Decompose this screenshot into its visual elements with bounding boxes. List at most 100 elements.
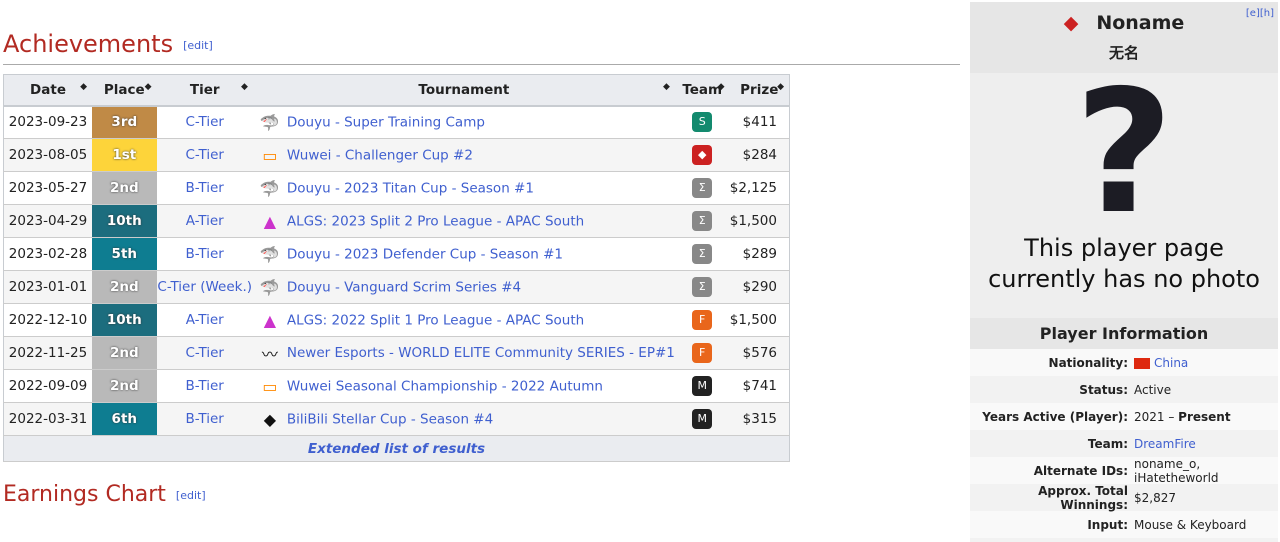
- info-value: Active: [1134, 382, 1172, 397]
- info-label: Team:: [1087, 436, 1128, 451]
- tournament-cell: ◆ BiliBili Stellar Cup - Season #4: [252, 402, 675, 436]
- info-row: Alternate IDs: noname_o, iHatetheworld: [970, 457, 1278, 485]
- place-cell: 2nd: [92, 336, 157, 370]
- info-label: Input:: [1087, 517, 1128, 532]
- sort-icon[interactable]: ◆: [145, 82, 152, 92]
- sigma-team-icon[interactable]: Σ: [692, 211, 713, 231]
- sort-icon[interactable]: ◆: [718, 82, 725, 92]
- sort-icon[interactable]: ◆: [241, 82, 248, 92]
- place-cell: 3rd: [92, 105, 157, 139]
- sort-icon[interactable]: ◆: [663, 82, 670, 92]
- date-cell: 2023-02-28: [3, 237, 93, 271]
- orange-team-icon[interactable]: F: [692, 343, 713, 363]
- tournament-cell: ▭ Wuwei Seasonal Championship - 2022 Autu…: [252, 369, 675, 403]
- column-header-team[interactable]: Team ◆: [674, 74, 730, 107]
- tier-cell: B-Tier: [156, 237, 253, 271]
- dreamfire-icon: ◆: [1063, 12, 1079, 34]
- dreamfire-icon[interactable]: ◆: [692, 145, 713, 165]
- achievements-table: Date ◆ Place ◆ Tier ◆ Tournament ◆ Team ◆ Prize ◆ 2…: [3, 74, 790, 462]
- info-value: Mouse & Keyboard: [1134, 517, 1247, 532]
- info-label: Alternate IDs:: [1033, 463, 1128, 478]
- prize-cell: $2,125: [729, 171, 790, 205]
- tier-link[interactable]: A-Tier: [186, 312, 224, 328]
- green-team-icon[interactable]: S: [692, 112, 713, 133]
- douyu-icon: 🦈: [259, 112, 280, 132]
- tournament-link[interactable]: Douyu - Vanguard Scrim Series #4: [287, 279, 521, 295]
- info-row: Nationality: China: [970, 349, 1278, 376]
- tier-link[interactable]: C-Tier: [185, 114, 224, 130]
- bilibili-icon: ◆: [263, 409, 277, 429]
- tournament-cell: ▲ ALGS: 2022 Split 1 Pro League - APAC So…: [252, 303, 675, 337]
- date-cell: 2022-09-09: [3, 369, 93, 403]
- place-cell: 1st: [92, 138, 157, 172]
- earnings-heading: Earnings Chart [edit]: [3, 482, 206, 507]
- prize-cell: $1,500: [729, 303, 790, 337]
- tournament-link[interactable]: ALGS: 2023 Split 2 Pro League - APAC Sou…: [287, 213, 584, 229]
- column-header-tournament[interactable]: Tournament ◆: [252, 74, 675, 107]
- table-row: 2023-02-28 5th B-Tier 🦈 Douyu - 2023 Defe…: [3, 237, 790, 271]
- table-row: 2023-01-01 2nd C-Tier (Week.) 🦈 Douyu - V…: [3, 270, 790, 304]
- date-cell: 2023-09-23: [3, 105, 93, 139]
- tier-extra-link[interactable]: (Week.): [200, 279, 252, 295]
- douyu-icon: 🦈: [259, 178, 280, 198]
- table-row: 2023-08-05 1st C-Tier ▭ Wuwei - Challenge…: [3, 138, 790, 172]
- column-header-prize[interactable]: Prize ◆: [729, 74, 790, 107]
- column-header-tier[interactable]: Tier ◆: [156, 74, 253, 107]
- tournament-link[interactable]: Wuwei - Challenger Cup #2: [287, 147, 473, 163]
- tier-link[interactable]: B-Tier: [186, 411, 224, 427]
- column-header-date[interactable]: Date ◆: [3, 74, 93, 107]
- nationality-link[interactable]: China: [1154, 356, 1188, 370]
- sigma-team-icon[interactable]: Σ: [692, 277, 713, 297]
- prize-cell: $576: [729, 336, 790, 370]
- column-header-place[interactable]: Place ◆: [92, 74, 157, 107]
- myd-team-icon[interactable]: M: [692, 376, 713, 396]
- info-row: Years Active (Player): 2021 – Present: [970, 403, 1278, 430]
- table-row: 2023-04-29 10th A-Tier ▲ ALGS: 2023 Split…: [3, 204, 790, 238]
- edit-link[interactable]: [edit]: [176, 489, 206, 502]
- douyu-icon: 🦈: [259, 277, 280, 297]
- team-link[interactable]: DreamFire: [1134, 437, 1196, 451]
- info-value: China: [1134, 356, 1278, 370]
- tournament-link[interactable]: Douyu - 2023 Defender Cup - Season #1: [287, 246, 563, 262]
- prize-cell: $411: [729, 105, 790, 139]
- myd-team-icon[interactable]: M: [692, 409, 713, 429]
- prize-cell: $1,500: [729, 204, 790, 238]
- tier-link[interactable]: B-Tier: [186, 180, 224, 196]
- date-cell: 2022-11-25: [3, 336, 93, 370]
- info-value: 2021 – Present: [1134, 409, 1231, 424]
- tournament-link[interactable]: BiliBili Stellar Cup - Season #4: [287, 411, 493, 427]
- edit-history-links[interactable]: [e][h]: [1246, 8, 1274, 19]
- prize-cell: $289: [729, 237, 790, 271]
- tier-link[interactable]: B-Tier: [186, 378, 224, 394]
- tournament-cell: 🦈 Douyu - 2023 Titan Cup - Season #1: [252, 171, 675, 205]
- tournament-link[interactable]: Wuwei Seasonal Championship - 2022 Autum…: [287, 378, 603, 394]
- team-cell: F: [674, 336, 730, 370]
- edit-link[interactable]: [edit]: [183, 39, 213, 52]
- apex-icon: ▲: [263, 310, 277, 330]
- tournament-link[interactable]: Douyu - 2023 Titan Cup - Season #1: [287, 180, 534, 196]
- orange-team-icon[interactable]: F: [692, 310, 713, 330]
- sort-icon[interactable]: ◆: [80, 82, 87, 92]
- section-header: Player Information: [970, 318, 1278, 349]
- extended-results-link[interactable]: Extended list of results: [308, 441, 485, 457]
- tier-link[interactable]: B-Tier: [186, 246, 224, 262]
- tier-link[interactable]: C-Tier: [185, 345, 224, 361]
- sigma-team-icon[interactable]: Σ: [692, 178, 713, 198]
- prize-cell: $741: [729, 369, 790, 403]
- tournament-link[interactable]: Newer Esports - WORLD ELITE Community SE…: [287, 345, 675, 361]
- tier-link[interactable]: C-Tier: [157, 279, 196, 295]
- date-cell: 2023-01-01: [3, 270, 93, 304]
- info-value: DreamFire: [1134, 437, 1278, 451]
- tier-cell: C-Tier: [156, 105, 253, 139]
- tier-link[interactable]: A-Tier: [186, 213, 224, 229]
- tier-link[interactable]: C-Tier: [185, 147, 224, 163]
- wuwei-icon: ▭: [262, 376, 278, 396]
- team-cell: Σ: [674, 171, 730, 205]
- tournament-link[interactable]: Douyu - Super Training Camp: [287, 114, 485, 130]
- tournament-link[interactable]: ALGS: 2022 Split 1 Pro League - APAC Sou…: [287, 312, 584, 328]
- sigma-team-icon[interactable]: Σ: [692, 244, 713, 264]
- sort-icon[interactable]: ◆: [777, 82, 784, 92]
- team-cell: Σ: [674, 204, 730, 238]
- tier-cell: C-Tier: [156, 138, 253, 172]
- place-cell: 6th: [92, 402, 157, 436]
